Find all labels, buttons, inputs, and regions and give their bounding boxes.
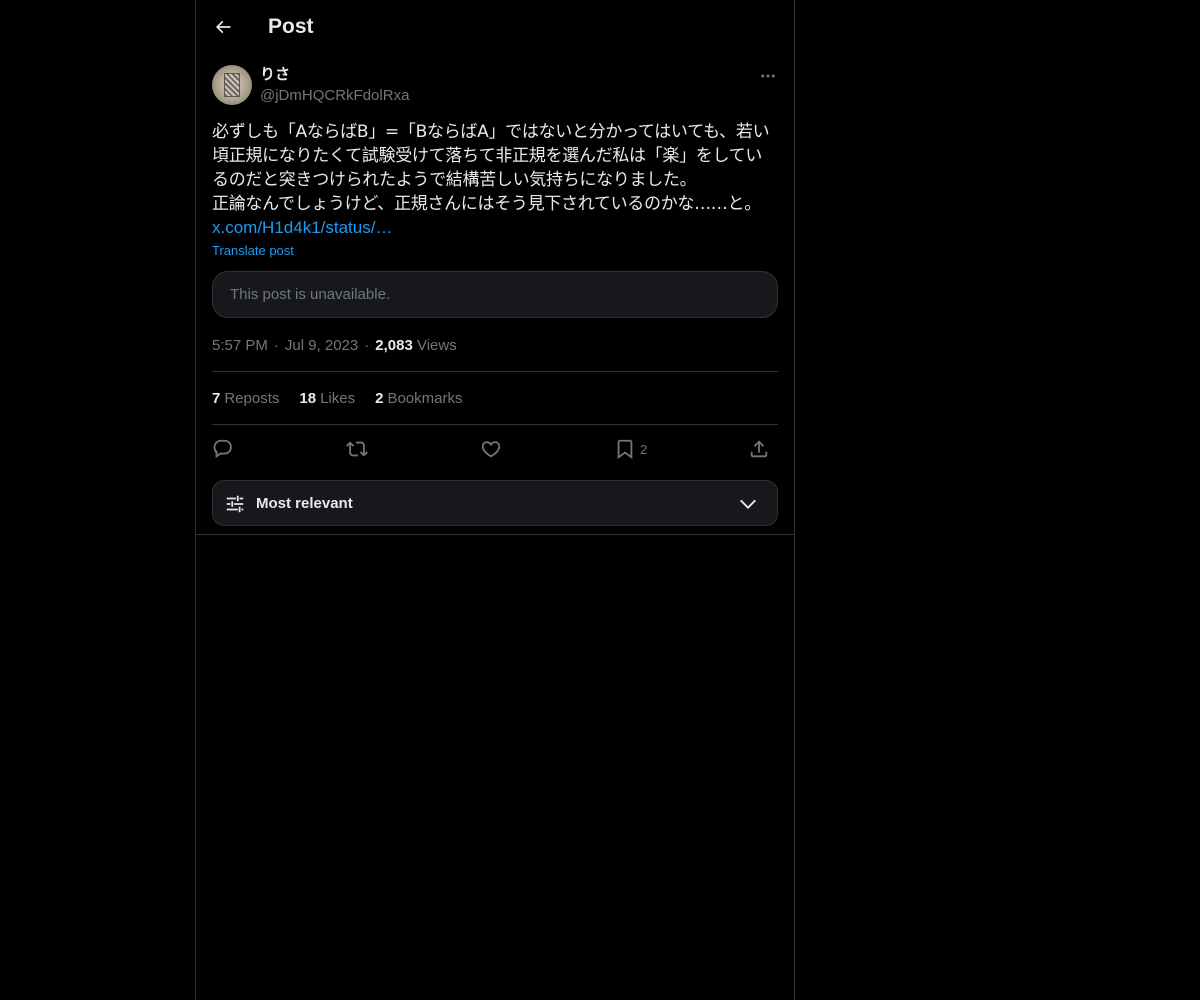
post-date[interactable]: Jul 9, 2023 — [285, 337, 358, 354]
reply-icon — [213, 439, 232, 459]
bookmark-icon — [617, 439, 633, 460]
likes-label: Likes — [320, 390, 356, 407]
main-column: Post りさ @jDmHQCRkFdolRxa 必ずしも「AならばB」=「Bな… — [195, 0, 795, 1000]
bookmark-button[interactable]: 2 — [614, 432, 647, 466]
post-time[interactable]: 5:57 PM — [212, 337, 268, 354]
sliders-icon — [226, 495, 244, 513]
more-icon — [761, 74, 775, 78]
action-bar: 2 — [212, 432, 778, 466]
avatar-image — [224, 73, 240, 97]
bookmark-count: 2 — [640, 441, 648, 457]
author-display-name[interactable]: りさ — [260, 65, 290, 85]
sort-label: Most relevant — [256, 495, 353, 512]
views-label: Views — [416, 337, 457, 354]
share-button[interactable] — [748, 432, 770, 466]
divider — [212, 371, 778, 372]
divider — [212, 424, 778, 425]
repost-button[interactable] — [346, 432, 368, 466]
likes-count: 18 — [299, 390, 317, 407]
sort-replies-dropdown[interactable]: Most relevant — [212, 480, 778, 526]
arrow-left-icon — [215, 20, 231, 34]
post-text: 必ずしも「AならばB」=「BならばA」ではないと分かってはいても、若い 頃正規に… — [212, 122, 770, 214]
views-count: 2,083 — [375, 337, 413, 354]
chevron-down-icon — [740, 499, 756, 509]
quoted-post-unavailable-text: This post is unavailable. — [230, 286, 391, 303]
bookmarks-stat[interactable]: 2 Bookmarks — [375, 389, 462, 409]
author-handle[interactable]: @jDmHQCRkFdolRxa — [260, 86, 409, 106]
reply-button[interactable] — [212, 432, 234, 466]
bookmarks-label: Bookmarks — [387, 390, 463, 407]
likes-stat[interactable]: 18 Likes — [299, 389, 355, 409]
reposts-label: Reposts — [224, 390, 280, 407]
divider — [196, 534, 794, 535]
repost-icon — [346, 441, 368, 457]
post-meta: 5:57 PM · Jul 9, 2023 · 2,083 Views — [212, 337, 457, 354]
reposts-count: 7 — [212, 390, 221, 407]
back-button[interactable] — [206, 8, 240, 46]
heart-icon — [481, 441, 501, 458]
quoted-post-card: This post is unavailable. — [212, 271, 778, 318]
translate-post-link[interactable]: Translate post — [212, 243, 294, 259]
header: Post — [196, 0, 794, 55]
post-stats: 7 Reposts 18 Likes 2 Bookmarks — [212, 389, 462, 409]
reposts-stat[interactable]: 7 Reposts — [212, 389, 279, 409]
share-icon — [750, 440, 768, 458]
bookmarks-count: 2 — [375, 390, 384, 407]
post-link[interactable]: x.com/H1d4k1/status/… — [212, 216, 392, 240]
more-options-button[interactable] — [754, 64, 782, 88]
like-button[interactable] — [480, 432, 502, 466]
avatar[interactable] — [212, 65, 252, 105]
page-title: Post — [268, 15, 314, 38]
